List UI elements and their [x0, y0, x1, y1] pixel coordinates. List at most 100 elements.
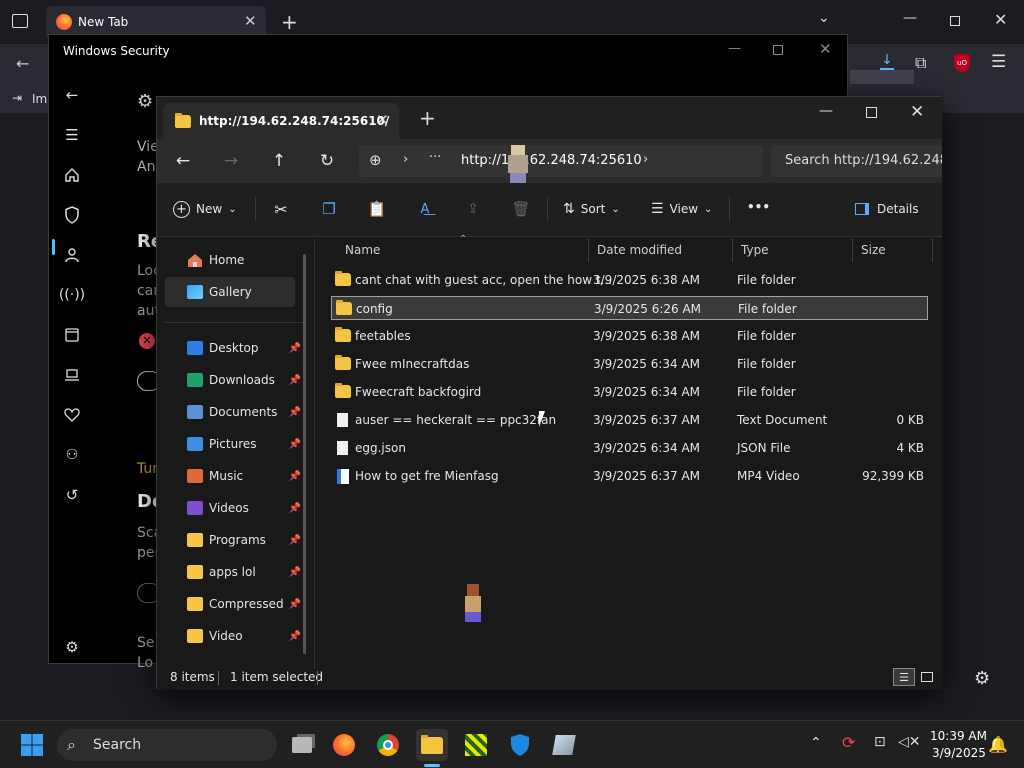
- download-icon[interactable]: ↓: [880, 53, 894, 70]
- pin-icon[interactable]: 📌: [289, 343, 301, 354]
- address-segment[interactable]: http://194.62.248.74:25610: [461, 153, 642, 168]
- pin-icon[interactable]: 📌: [289, 471, 301, 482]
- file-row[interactable]: How to get fre Mienfasg 3/9/2025 6:37 AM M…: [331, 464, 928, 488]
- file-row[interactable]: Fweecraft backfogird 3/9/2025 6:34 AM File…: [331, 380, 928, 404]
- restore-icon[interactable]: [950, 16, 960, 26]
- file-row[interactable]: config 3/9/2025 6:26 AM File folder: [331, 296, 928, 320]
- delete-icon[interactable]: 🗑: [509, 197, 533, 221]
- details-view-icon[interactable]: ☰: [893, 668, 915, 686]
- nav-item-pinned[interactable]: Pictures 📌: [165, 429, 301, 459]
- pin-icon[interactable]: 📌: [289, 375, 301, 386]
- minimize-icon[interactable]: —: [728, 41, 741, 56]
- file-row[interactable]: auser == heckeralt == ppc32fan 3/9/2025 6…: [331, 408, 928, 432]
- pixel-app-icon[interactable]: [460, 729, 492, 761]
- heart-pulse-icon[interactable]: [62, 405, 82, 425]
- chevron-down-icon[interactable]: ⌄: [818, 10, 830, 26]
- extensions-icon[interactable]: ⧉: [915, 53, 926, 73]
- column-header-size[interactable]: Size: [853, 238, 933, 262]
- rename-icon[interactable]: A͟: [413, 197, 437, 221]
- close-icon[interactable]: ✕: [994, 10, 1007, 29]
- nav-item-pinned[interactable]: Videos 📌: [165, 493, 301, 523]
- close-icon[interactable]: ✕: [819, 40, 832, 58]
- tab-overview-icon[interactable]: [12, 14, 28, 28]
- maximize-icon[interactable]: [866, 107, 877, 118]
- gear-icon[interactable]: ⚙: [974, 668, 990, 689]
- maximize-icon[interactable]: [773, 45, 783, 55]
- import-icon[interactable]: ⇥: [12, 91, 22, 105]
- network-icon[interactable]: ((·)): [59, 285, 85, 305]
- close-icon[interactable]: ✕: [376, 111, 389, 129]
- nav-item-pinned[interactable]: Desktop 📌: [165, 333, 301, 363]
- column-header-name[interactable]: Name: [337, 238, 589, 262]
- gear-icon[interactable]: ⚙: [62, 637, 82, 657]
- app-icon[interactable]: [548, 729, 580, 761]
- person-icon[interactable]: [62, 245, 82, 265]
- nav-item-pinned[interactable]: Downloads 📌: [165, 365, 301, 395]
- firefox-app-icon[interactable]: [328, 729, 360, 761]
- nav-item-pinned[interactable]: Documents 📌: [165, 397, 301, 427]
- file-row[interactable]: Fwee mInecraftdas 3/9/2025 6:34 AM File fo…: [331, 352, 928, 376]
- details-button[interactable]: Details: [855, 199, 919, 219]
- back-arrow-icon[interactable]: ←: [62, 85, 82, 105]
- taskbar-search[interactable]: ⌕ Search: [57, 729, 277, 761]
- network-icon[interactable]: ⊡: [874, 734, 886, 750]
- file-row[interactable]: feetables 3/9/2025 6:38 AM File folder: [331, 324, 928, 348]
- up-arrow-icon[interactable]: ↑: [267, 149, 291, 173]
- clock-date[interactable]: 3/9/2025: [932, 746, 986, 760]
- pin-icon[interactable]: 📌: [289, 439, 301, 450]
- back-arrow-icon[interactable]: ←: [16, 54, 29, 73]
- clock-time[interactable]: 10:39 AM: [930, 729, 987, 743]
- task-view-icon[interactable]: [286, 729, 318, 761]
- laptop-icon[interactable]: [62, 365, 82, 385]
- nav-item-home[interactable]: Home: [165, 245, 295, 275]
- ublock-icon[interactable]: uO: [954, 54, 970, 72]
- chevron-right-icon[interactable]: ›: [643, 152, 648, 167]
- history-icon[interactable]: ↺: [62, 485, 82, 505]
- notification-bell-icon[interactable]: 🔔: [988, 735, 1008, 754]
- pin-icon[interactable]: 📌: [289, 407, 301, 418]
- minimize-icon[interactable]: —: [819, 103, 833, 119]
- file-row[interactable]: cant chat with guest acc, open the how t…: [331, 268, 928, 292]
- column-header-type[interactable]: Type: [733, 238, 853, 262]
- new-tab-plus-icon[interactable]: +: [281, 10, 298, 34]
- copy-icon[interactable]: ❐: [317, 197, 341, 221]
- family-icon[interactable]: ⚇: [62, 445, 82, 465]
- pin-icon[interactable]: 📌: [289, 631, 301, 642]
- nav-scrollbar[interactable]: [303, 254, 306, 654]
- column-header-date[interactable]: Date modified: [589, 238, 733, 262]
- nav-item-pinned[interactable]: Programs 📌: [165, 525, 301, 555]
- pin-icon[interactable]: 📌: [289, 535, 301, 546]
- app-browser-icon[interactable]: [62, 325, 82, 345]
- address-bar[interactable]: ⊕ › ··· http://194.62.248.74:25610 ›: [359, 145, 763, 177]
- nav-item-pinned[interactable]: Music 📌: [165, 461, 301, 491]
- tiles-view-icon[interactable]: [917, 668, 937, 686]
- chrome-app-icon[interactable]: [372, 729, 404, 761]
- new-button[interactable]: + New ⌄: [173, 199, 237, 219]
- nav-item-pinned[interactable]: Compressed 📌: [165, 589, 301, 619]
- pin-icon[interactable]: 📌: [289, 503, 301, 514]
- menu-icon[interactable]: ☰: [991, 52, 1006, 72]
- volume-muted-icon[interactable]: ◁✕: [898, 734, 921, 750]
- nav-item-gallery[interactable]: Gallery: [165, 277, 295, 307]
- shield-app-icon[interactable]: [504, 729, 536, 761]
- chevron-up-icon[interactable]: ⌃: [810, 735, 822, 751]
- chevron-right-icon[interactable]: ›: [403, 152, 408, 167]
- back-arrow-icon[interactable]: ←: [171, 149, 195, 173]
- cut-icon[interactable]: ✂: [269, 197, 293, 221]
- new-tab-plus-icon[interactable]: +: [419, 106, 436, 130]
- more-dots-icon[interactable]: ···: [429, 150, 441, 165]
- paste-icon[interactable]: 📋: [365, 197, 389, 221]
- winsec-text-6[interactable]: Tur: [137, 461, 158, 477]
- shield-icon[interactable]: [62, 205, 82, 225]
- start-button[interactable]: [16, 729, 48, 761]
- search-box[interactable]: Search http://194.62.248.: [771, 145, 942, 177]
- close-icon[interactable]: ✕: [244, 12, 257, 30]
- explorer-tab[interactable]: http://194.62.248.74:25610/ ✕: [163, 103, 399, 139]
- file-row[interactable]: egg.json 3/9/2025 6:34 AM JSON File 4 KB: [331, 436, 928, 460]
- home-icon[interactable]: [62, 165, 82, 185]
- view-button[interactable]: ☰ View ⌄: [651, 199, 712, 219]
- nav-item-pinned[interactable]: apps lol 📌: [165, 557, 301, 587]
- share-icon[interactable]: ⇪: [461, 197, 485, 221]
- sort-button[interactable]: ⇅ Sort ⌄: [563, 199, 620, 219]
- forward-arrow-icon[interactable]: →: [219, 149, 243, 173]
